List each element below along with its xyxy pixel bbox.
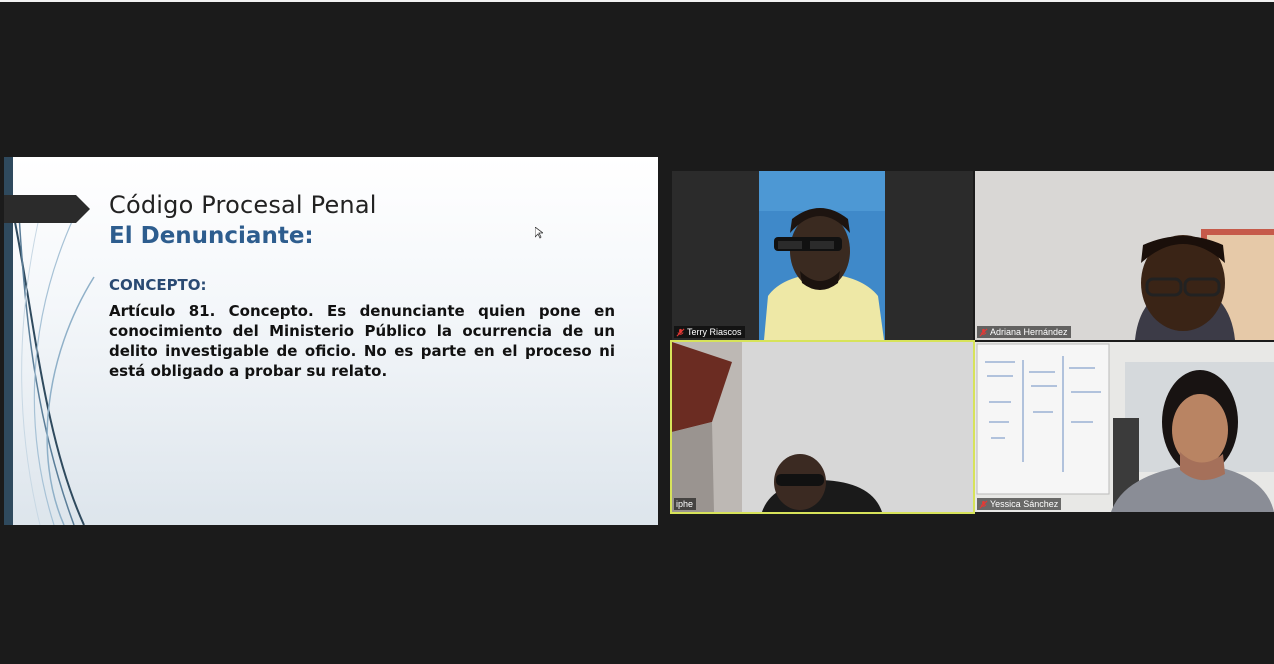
participant-name-tag: Adriana Hernández bbox=[977, 326, 1071, 338]
participant-name: Adriana Hernández bbox=[990, 327, 1068, 337]
video-tile-iphe[interactable]: iphe bbox=[672, 342, 973, 512]
shared-screen-slide: Código Procesal Penal El Denunciante: CO… bbox=[4, 157, 658, 525]
slide-body-text: Artículo 81. Concepto. Es denunciante qu… bbox=[109, 302, 615, 380]
window-top-edge bbox=[0, 0, 1274, 2]
participant-name-tag: Yessica Sánchez bbox=[977, 498, 1062, 510]
video-tile-adriana-hernandez[interactable]: Adriana Hernández bbox=[975, 171, 1274, 340]
participant-video bbox=[672, 342, 973, 512]
slide-title-arrow bbox=[4, 195, 90, 223]
participant-video bbox=[759, 171, 885, 340]
participant-name-tag: Terry Riascos bbox=[674, 326, 745, 338]
muted-mic-icon bbox=[979, 328, 988, 336]
participant-video bbox=[975, 342, 1274, 512]
participant-name-tag: iphe bbox=[674, 498, 697, 510]
muted-mic-icon bbox=[676, 328, 685, 336]
video-tile-terry-riascos[interactable]: Terry Riascos bbox=[672, 171, 973, 340]
muted-mic-icon bbox=[979, 500, 988, 508]
slide-section-heading: CONCEPTO: bbox=[109, 276, 207, 294]
participant-video bbox=[975, 171, 1274, 340]
participant-name: Terry Riascos bbox=[687, 327, 742, 337]
video-tile-yessica-sanchez[interactable]: Yessica Sánchez bbox=[975, 342, 1274, 512]
slide-subtitle: El Denunciante: bbox=[109, 223, 314, 249]
participant-name: Yessica Sánchez bbox=[990, 499, 1059, 509]
mouse-cursor-icon bbox=[535, 227, 543, 239]
participant-name: iphe bbox=[676, 499, 694, 509]
slide-title: Código Procesal Penal bbox=[109, 191, 377, 219]
